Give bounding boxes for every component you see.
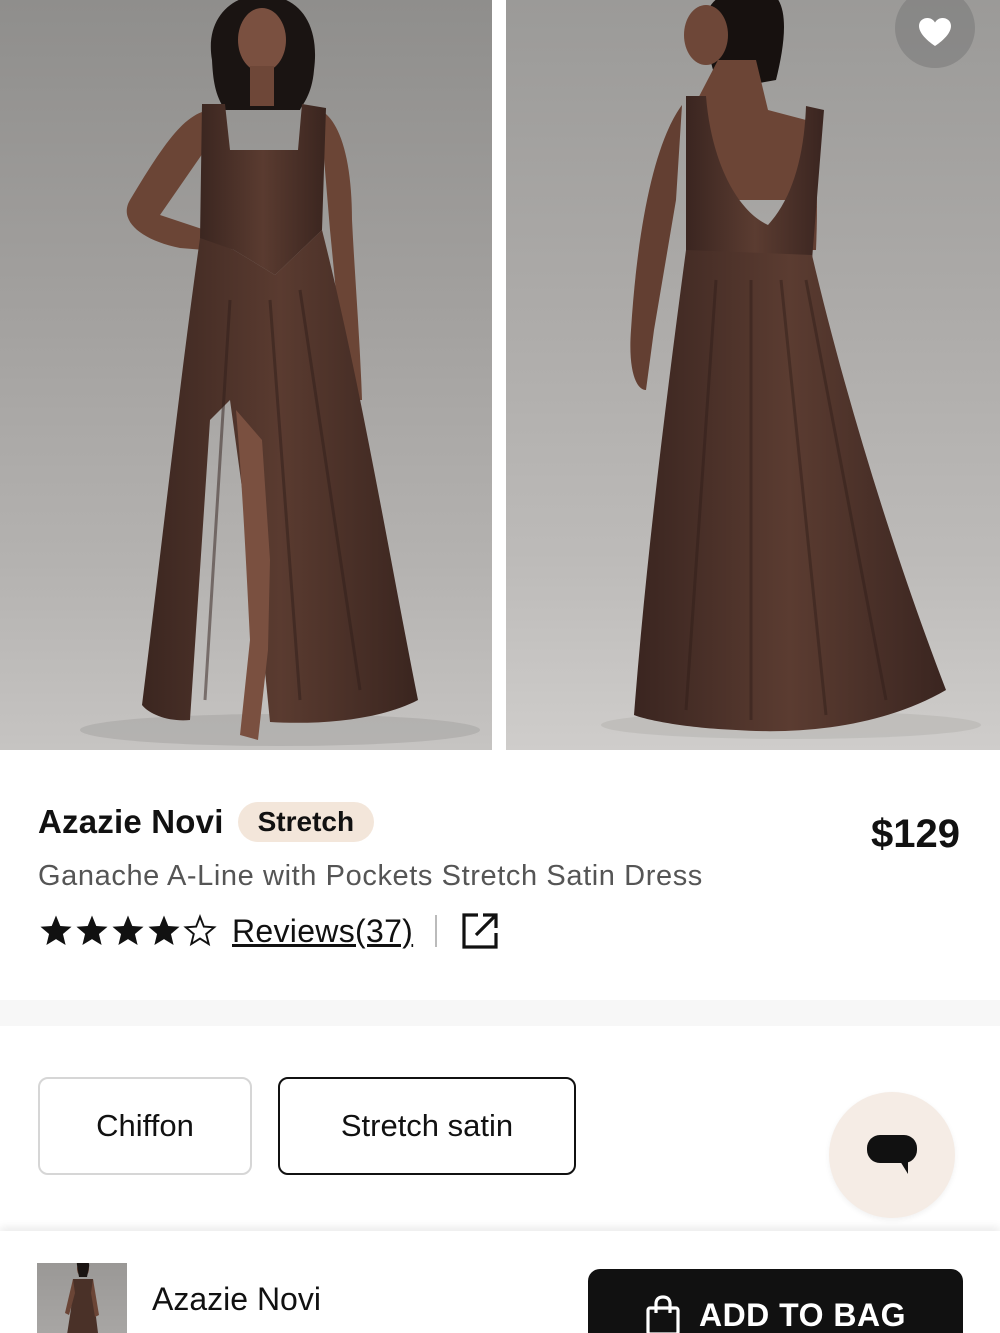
stretch-badge: Stretch (237, 802, 375, 842)
sticky-add-to-bag-bar: Azazie Novi ADD TO BAG (0, 1231, 1000, 1333)
star-rating (38, 914, 218, 948)
fabric-option-stretch-satin[interactable]: Stretch satin (278, 1077, 576, 1175)
section-divider (0, 1000, 1000, 1026)
star-filled-icon (76, 915, 108, 946)
star-outline-icon (183, 914, 217, 947)
divider (435, 915, 438, 947)
share-external-icon[interactable] (461, 912, 499, 950)
add-to-bag-button[interactable]: ADD TO BAG (588, 1269, 963, 1333)
dress-back-illustration (601, 0, 981, 739)
fabric-option-chiffon[interactable]: Chiffon (38, 1077, 252, 1175)
star-filled-icon (148, 915, 180, 946)
rating-row: Reviews(37) (38, 910, 499, 952)
heart-icon (919, 18, 951, 46)
brand-row: Azazie Novi Stretch (38, 802, 375, 842)
product-name: Ganache A-Line with Pockets Stretch Sati… (38, 860, 703, 892)
product-gallery[interactable] (0, 0, 1000, 750)
bar-brand-name: Azazie Novi (152, 1281, 321, 1317)
product-thumbnail (37, 1263, 127, 1333)
star-filled-icon (112, 915, 144, 946)
chat-button[interactable] (829, 1092, 955, 1218)
product-price: $129 (871, 812, 960, 856)
shopping-bag-icon (645, 1295, 681, 1333)
product-info: Azazie Novi Stretch $129 Ganache A-Line … (0, 750, 1000, 1000)
brand-name: Azazie Novi (38, 803, 224, 840)
dress-back-photo[interactable] (506, 0, 1000, 750)
dress-front-illustration (80, 0, 480, 746)
chat-bubble-icon (867, 1135, 917, 1174)
add-to-bag-label: ADD TO BAG (698, 1297, 907, 1333)
reviews-link[interactable]: Reviews(37) (232, 913, 413, 950)
dress-front-photo[interactable] (0, 0, 492, 750)
star-filled-icon (40, 915, 72, 946)
